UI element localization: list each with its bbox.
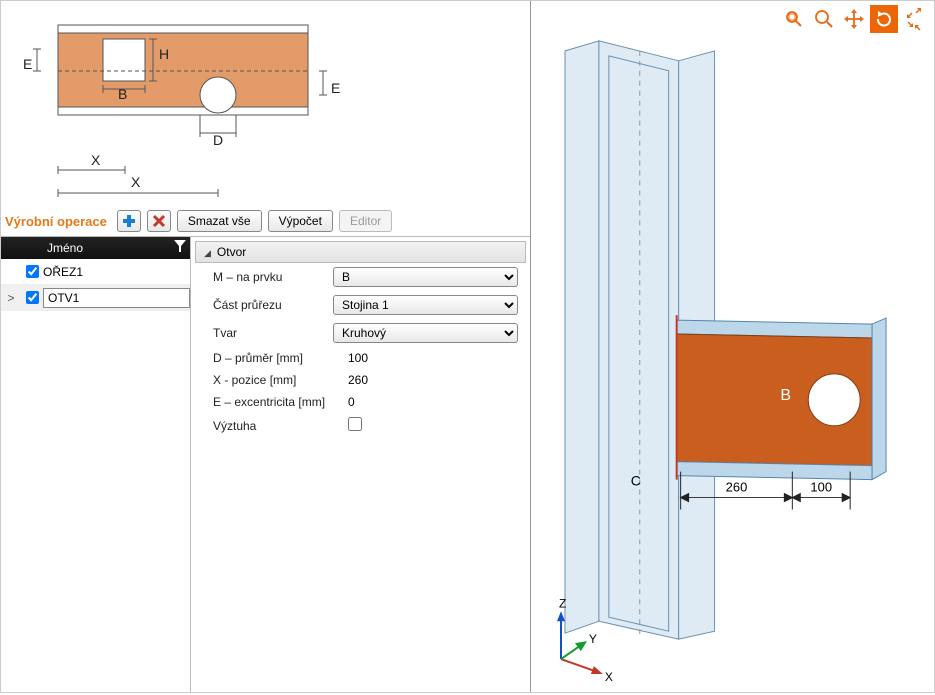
axis-z: Z bbox=[559, 596, 566, 610]
operation-row[interactable]: > bbox=[1, 285, 190, 311]
name-column-header: Jméno bbox=[47, 241, 83, 255]
label-c-3d: C bbox=[631, 473, 641, 489]
property-label: E – excentricita [mm] bbox=[213, 395, 348, 409]
row-name[interactable]: OŘEZ1 bbox=[43, 265, 190, 279]
schematic-diagram: H B E E D X X bbox=[1, 1, 530, 206]
expand-view-button[interactable] bbox=[900, 6, 928, 19]
delete-all-button[interactable]: Smazat vše bbox=[177, 210, 262, 232]
label-e-left: E bbox=[23, 56, 32, 72]
label-x2: X bbox=[131, 174, 141, 190]
label-d: D bbox=[213, 132, 223, 148]
row-checkbox[interactable] bbox=[21, 265, 43, 278]
label-b-3d: B bbox=[780, 387, 791, 404]
list-header: Jméno bbox=[1, 237, 190, 259]
expand-icon bbox=[907, 8, 921, 18]
property-checkbox[interactable] bbox=[348, 417, 362, 431]
property-value[interactable]: 0 bbox=[348, 395, 355, 409]
property-label: D – průměr [mm] bbox=[213, 351, 348, 365]
property-row: M – na prvkuB bbox=[195, 263, 526, 291]
scene-3d: B C 260 100 Z Y X bbox=[531, 1, 934, 692]
collapse-icon bbox=[204, 245, 211, 259]
plus-icon bbox=[122, 214, 136, 228]
collapse-view-button[interactable] bbox=[900, 19, 928, 32]
filter-icon[interactable] bbox=[174, 240, 186, 255]
label-h: H bbox=[159, 46, 169, 62]
operations-toolbar: Výrobní operace Smazat vše Výpočet Edito… bbox=[1, 206, 530, 236]
zoom-fit-button[interactable] bbox=[780, 5, 808, 33]
view-toolbar bbox=[780, 5, 928, 33]
row-name[interactable] bbox=[43, 288, 190, 308]
property-row: Výztuha bbox=[195, 413, 526, 438]
property-row: D – průměr [mm]100 bbox=[195, 347, 526, 369]
left-panel: H B E E D X X bbox=[1, 1, 531, 692]
remove-button[interactable] bbox=[147, 210, 171, 232]
property-row: Část průřezuStojina 1 bbox=[195, 291, 526, 319]
editor-button[interactable]: Editor bbox=[339, 210, 392, 232]
label-e-right: E bbox=[331, 80, 340, 96]
property-select[interactable]: Kruhový bbox=[333, 323, 518, 343]
label-b: B bbox=[118, 86, 127, 102]
property-label: Tvar bbox=[213, 326, 333, 340]
calculate-button[interactable]: Výpočet bbox=[268, 210, 333, 232]
property-row: X - pozice [mm]260 bbox=[195, 369, 526, 391]
property-value[interactable]: 260 bbox=[348, 373, 368, 387]
property-select[interactable]: Stojina 1 bbox=[333, 295, 518, 315]
zoom-button[interactable] bbox=[810, 5, 838, 33]
zoom-fit-icon bbox=[784, 9, 804, 29]
property-value[interactable]: 100 bbox=[348, 351, 368, 365]
property-row: E – excentricita [mm]0 bbox=[195, 391, 526, 413]
property-select[interactable]: B bbox=[333, 267, 518, 287]
rotate-button[interactable] bbox=[870, 5, 898, 33]
label-x1: X bbox=[91, 152, 101, 168]
pan-button[interactable] bbox=[840, 5, 868, 33]
property-label: Výztuha bbox=[213, 419, 348, 433]
add-button[interactable] bbox=[117, 210, 141, 232]
axis-x: X bbox=[605, 670, 613, 684]
property-label: X - pozice [mm] bbox=[213, 373, 348, 387]
viewport-3d[interactable]: B C 260 100 Z Y X bbox=[531, 1, 934, 692]
property-panel: Otvor M – na prvkuBČást průřezuStojina 1… bbox=[191, 237, 530, 692]
row-indicator: > bbox=[1, 291, 21, 305]
section-title: Výrobní operace bbox=[5, 214, 107, 229]
row-checkbox[interactable] bbox=[21, 291, 43, 304]
property-label: M – na prvku bbox=[213, 270, 333, 284]
property-group-header[interactable]: Otvor bbox=[195, 241, 526, 263]
cross-icon bbox=[152, 214, 166, 228]
property-row: TvarKruhový bbox=[195, 319, 526, 347]
dim-100: 100 bbox=[810, 480, 832, 495]
property-label: Část průřezu bbox=[213, 298, 333, 312]
rotate-icon bbox=[874, 9, 894, 29]
magnifier-icon bbox=[814, 9, 834, 29]
group-title: Otvor bbox=[217, 245, 246, 259]
collapse-icon bbox=[907, 21, 921, 31]
operation-row[interactable]: OŘEZ1 bbox=[1, 259, 190, 285]
axis-y: Y bbox=[589, 632, 597, 646]
dim-260: 260 bbox=[726, 480, 748, 495]
move-icon bbox=[844, 9, 864, 29]
operations-list: Jméno OŘEZ1 > bbox=[1, 237, 191, 692]
